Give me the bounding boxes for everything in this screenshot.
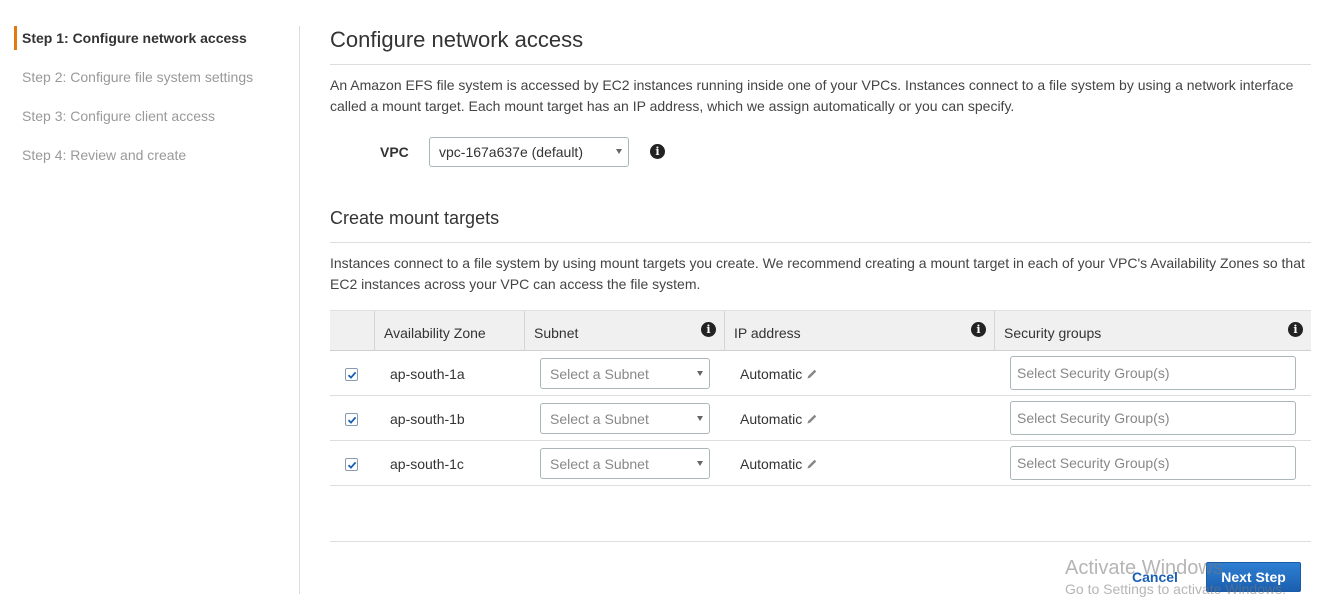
step-2-configure-file-system-settings[interactable]: Step 2: Configure file system settings [22, 69, 253, 85]
caret-down-icon [616, 149, 622, 154]
column-header-ip-address: IP address [734, 325, 801, 341]
active-step-marker [14, 26, 17, 50]
table-row: ap-south-1a Select a Subnet Automatic [330, 351, 1311, 396]
table-header: Availability Zone Subnet i IP address i … [330, 310, 1311, 351]
security-groups-input[interactable] [1010, 356, 1296, 390]
footer-divider [330, 541, 1311, 542]
column-header-availability-zone: Availability Zone [384, 325, 486, 341]
subnet-select[interactable]: Select a Subnet [540, 358, 710, 389]
subnet-select-placeholder: Select a Subnet [550, 365, 649, 382]
pencil-icon[interactable] [806, 413, 818, 425]
check-icon [347, 461, 357, 469]
check-icon [347, 371, 357, 379]
page-title: Configure network access [330, 27, 584, 52]
subnet-select-placeholder: Select a Subnet [550, 410, 649, 427]
availability-zone-cell: ap-south-1a [390, 366, 465, 382]
security-groups-input[interactable] [1010, 446, 1296, 480]
vpc-label: VPC [380, 144, 409, 160]
sidebar-divider [299, 26, 300, 594]
mount-targets-divider [330, 242, 1311, 243]
subnet-select[interactable]: Select a Subnet [540, 403, 710, 434]
row-checkbox[interactable] [345, 413, 358, 426]
caret-down-icon [697, 370, 703, 376]
vpc-info-icon[interactable]: i [650, 144, 665, 159]
subnet-select-placeholder: Select a Subnet [550, 455, 649, 472]
mount-targets-desc-line-2: EC2 instances across your VPC can access… [330, 276, 701, 292]
vpc-select[interactable]: vpc-167a637e (default) [429, 137, 629, 167]
ip-address-info-icon[interactable]: i [971, 322, 986, 337]
step-4-review-and-create[interactable]: Step 4: Review and create [22, 147, 186, 163]
row-checkbox[interactable] [345, 368, 358, 381]
ip-address-cell: Automatic [740, 411, 803, 427]
subnet-select[interactable]: Select a Subnet [540, 448, 710, 479]
table-row: ap-south-1c Select a Subnet Automatic [330, 441, 1311, 486]
step-1-configure-network-access[interactable]: Step 1: Configure network access [22, 30, 247, 46]
cancel-button[interactable]: Cancel [1132, 569, 1178, 585]
wizard-steps-sidebar: Step 1: Configure network access Step 2:… [0, 0, 300, 598]
check-icon [347, 416, 357, 424]
subnet-info-icon[interactable]: i [701, 322, 716, 337]
next-step-button[interactable]: Next Step [1206, 562, 1301, 592]
intro-line-1: An Amazon EFS file system is accessed by… [330, 77, 1294, 93]
pencil-icon[interactable] [806, 368, 818, 380]
step-3-configure-client-access[interactable]: Step 3: Configure client access [22, 108, 215, 124]
column-header-security-groups: Security groups [1004, 325, 1102, 341]
ip-address-cell: Automatic [740, 366, 803, 382]
availability-zone-cell: ap-south-1b [390, 411, 465, 427]
security-groups-input[interactable] [1010, 401, 1296, 435]
mount-targets-title: Create mount targets [330, 208, 500, 228]
ip-address-cell: Automatic [740, 456, 803, 472]
vpc-select-value: vpc-167a637e (default) [439, 144, 583, 160]
intro-line-2: called a mount target. Each mount target… [330, 98, 1015, 114]
mount-targets-desc-line-1: Instances connect to a file system by us… [330, 255, 1305, 271]
caret-down-icon [697, 415, 703, 421]
caret-down-icon [697, 460, 703, 466]
row-checkbox[interactable] [345, 458, 358, 471]
mount-targets-description: Instances connect to a file system by us… [330, 253, 1311, 295]
pencil-icon[interactable] [806, 458, 818, 470]
intro-text: An Amazon EFS file system is accessed by… [330, 75, 1311, 117]
availability-zone-cell: ap-south-1c [390, 456, 464, 472]
column-header-subnet: Subnet [534, 325, 579, 341]
security-groups-info-icon[interactable]: i [1288, 322, 1303, 337]
table-row: ap-south-1b Select a Subnet Automatic [330, 396, 1311, 441]
title-divider [330, 64, 1311, 65]
